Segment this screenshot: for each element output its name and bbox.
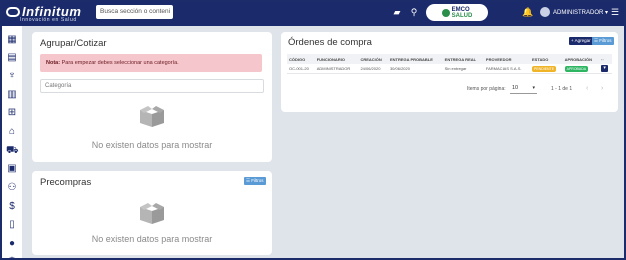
items-per-page-label: Items por página: bbox=[467, 86, 506, 92]
ordenes-title: Órdenes de compra bbox=[288, 37, 372, 48]
user-avatar[interactable] bbox=[540, 7, 550, 17]
ordenes-compra-card: Órdenes de compra + Agregar ☰ Filtros CÓ… bbox=[281, 32, 618, 112]
ordenes-filters-button[interactable]: ☰ Filtros bbox=[592, 37, 614, 45]
infinity-logo-icon bbox=[6, 6, 20, 17]
table-header-row: CÓDIGO FUNCIONARIO CREACIÓN ENTREGA PROB… bbox=[287, 54, 612, 64]
status-badge: PENDIENTE bbox=[532, 65, 557, 72]
cell-estado: PENDIENTE bbox=[530, 64, 563, 74]
location-pin-icon[interactable]: ⚲ bbox=[409, 7, 419, 17]
archive-icon[interactable]: ▣ bbox=[6, 163, 18, 175]
user-search-icon[interactable]: ⚇ bbox=[6, 182, 18, 194]
dashboard-icon[interactable]: ▦ bbox=[6, 34, 18, 46]
precompras-card: Precompras ☰ Filtros No existen datos pa… bbox=[32, 171, 272, 255]
next-page-icon[interactable]: › bbox=[601, 85, 603, 92]
col-header[interactable]: ESTADO bbox=[530, 54, 563, 64]
prev-page-icon[interactable]: ‹ bbox=[586, 85, 588, 92]
list-menu-icon[interactable]: ☰ bbox=[611, 7, 619, 18]
store-icon[interactable]: ⌂ bbox=[6, 126, 18, 138]
gear-icon[interactable]: ⚙ bbox=[6, 256, 18, 260]
page-range-label: 1 - 1 de 1 bbox=[551, 86, 573, 92]
col-header[interactable]: APROBACIÓN bbox=[562, 54, 600, 64]
cell-creacion: 24/06/2020 bbox=[358, 64, 388, 74]
medkit-icon[interactable]: ⊞ bbox=[6, 107, 18, 119]
col-header: ·· bbox=[599, 54, 612, 64]
logo-tagline: Innovación en Salud bbox=[20, 17, 77, 23]
partner-logo: EMCO SALUD bbox=[426, 4, 488, 21]
sidebar: ▦ ▤ ♆ ▥ ⊞ ⌂ ⛟ ▣ ⚇ $ ▯ ● ⚙ bbox=[2, 26, 22, 260]
items-per-page-value: 10 bbox=[512, 85, 519, 91]
user-icon[interactable]: ● bbox=[6, 238, 18, 250]
category-note: Nota: Para empezar debes seleccionar una… bbox=[40, 54, 262, 72]
add-order-button[interactable]: + Agregar bbox=[569, 37, 593, 45]
partner-name-line2: SALUD bbox=[451, 12, 473, 19]
precompras-empty-text: No existen datos para mostrar bbox=[91, 234, 213, 244]
row-actions-button[interactable]: ▾ bbox=[601, 64, 609, 72]
hospital-icon[interactable]: ▥ bbox=[6, 89, 18, 101]
precompras-title: Precompras bbox=[40, 177, 92, 188]
col-header[interactable]: CREACIÓN bbox=[358, 54, 388, 64]
category-select[interactable]: Categoría bbox=[40, 79, 264, 93]
empty-box-icon bbox=[140, 106, 164, 127]
partner-mark-icon bbox=[441, 8, 450, 17]
cart-icon[interactable]: ⛟ bbox=[6, 145, 19, 157]
col-header[interactable]: FUNCIONARIO bbox=[314, 54, 359, 64]
approval-badge: APROBADA bbox=[564, 65, 589, 72]
app-logo[interactable]: Infinitum Innovación en Salud bbox=[6, 5, 81, 23]
cell-funcionario: ADMINISTRADOR bbox=[314, 64, 359, 74]
cell-action: ▾ bbox=[599, 64, 612, 74]
dollar-icon[interactable]: $ bbox=[6, 201, 18, 213]
cell-entrega-real: Sin entregar bbox=[442, 64, 484, 74]
precompras-filters-button[interactable]: ☰ Filtros bbox=[244, 177, 266, 185]
agrupar-cotizar-title: Agrupar/Cotizar bbox=[40, 38, 107, 49]
select-caret-icon: ▾ bbox=[532, 85, 535, 91]
note-label: Nota: bbox=[46, 60, 61, 66]
col-header[interactable]: ENTREGA PROBABLE bbox=[387, 54, 443, 64]
empty-box-icon bbox=[140, 203, 164, 224]
col-header[interactable]: PROVEEDOR bbox=[483, 54, 530, 64]
stethoscope-icon[interactable]: ♆ bbox=[6, 70, 18, 82]
cell-entrega-probable: 30/06/2020 bbox=[387, 64, 443, 74]
calendar-icon[interactable]: ▤ bbox=[6, 52, 18, 64]
col-header[interactable]: ENTREGA REAL bbox=[442, 54, 484, 64]
items-per-page-select[interactable]: 10 ▾ bbox=[510, 82, 537, 94]
agrupar-cotizar-card: Agrupar/Cotizar Nota: Para empezar debes… bbox=[32, 32, 272, 162]
inventory-icon[interactable]: ▰ bbox=[392, 7, 402, 17]
col-header[interactable]: CÓDIGO bbox=[287, 54, 315, 64]
user-menu[interactable]: ADMINISTRADOR ▾ bbox=[553, 9, 608, 16]
cell-proveedor: FARMACIAS S.A.S. bbox=[483, 64, 530, 74]
orders-table: CÓDIGO FUNCIONARIO CREACIÓN ENTREGA PROB… bbox=[287, 54, 612, 74]
notifications-bell-icon[interactable]: 🔔 bbox=[522, 7, 533, 18]
note-text: Para empezar debes seleccionar una categ… bbox=[60, 60, 179, 66]
cell-codigo: OC-001-20 bbox=[287, 64, 315, 74]
cell-aprobacion: APROBADA bbox=[562, 64, 600, 74]
search-input[interactable]: Busca sección o conteni bbox=[96, 5, 173, 19]
agrupar-empty-text: No existen datos para mostrar bbox=[91, 140, 213, 150]
book-icon[interactable]: ▯ bbox=[6, 219, 18, 231]
table-row[interactable]: OC-001-20 ADMINISTRADOR 24/06/2020 30/06… bbox=[287, 64, 612, 74]
